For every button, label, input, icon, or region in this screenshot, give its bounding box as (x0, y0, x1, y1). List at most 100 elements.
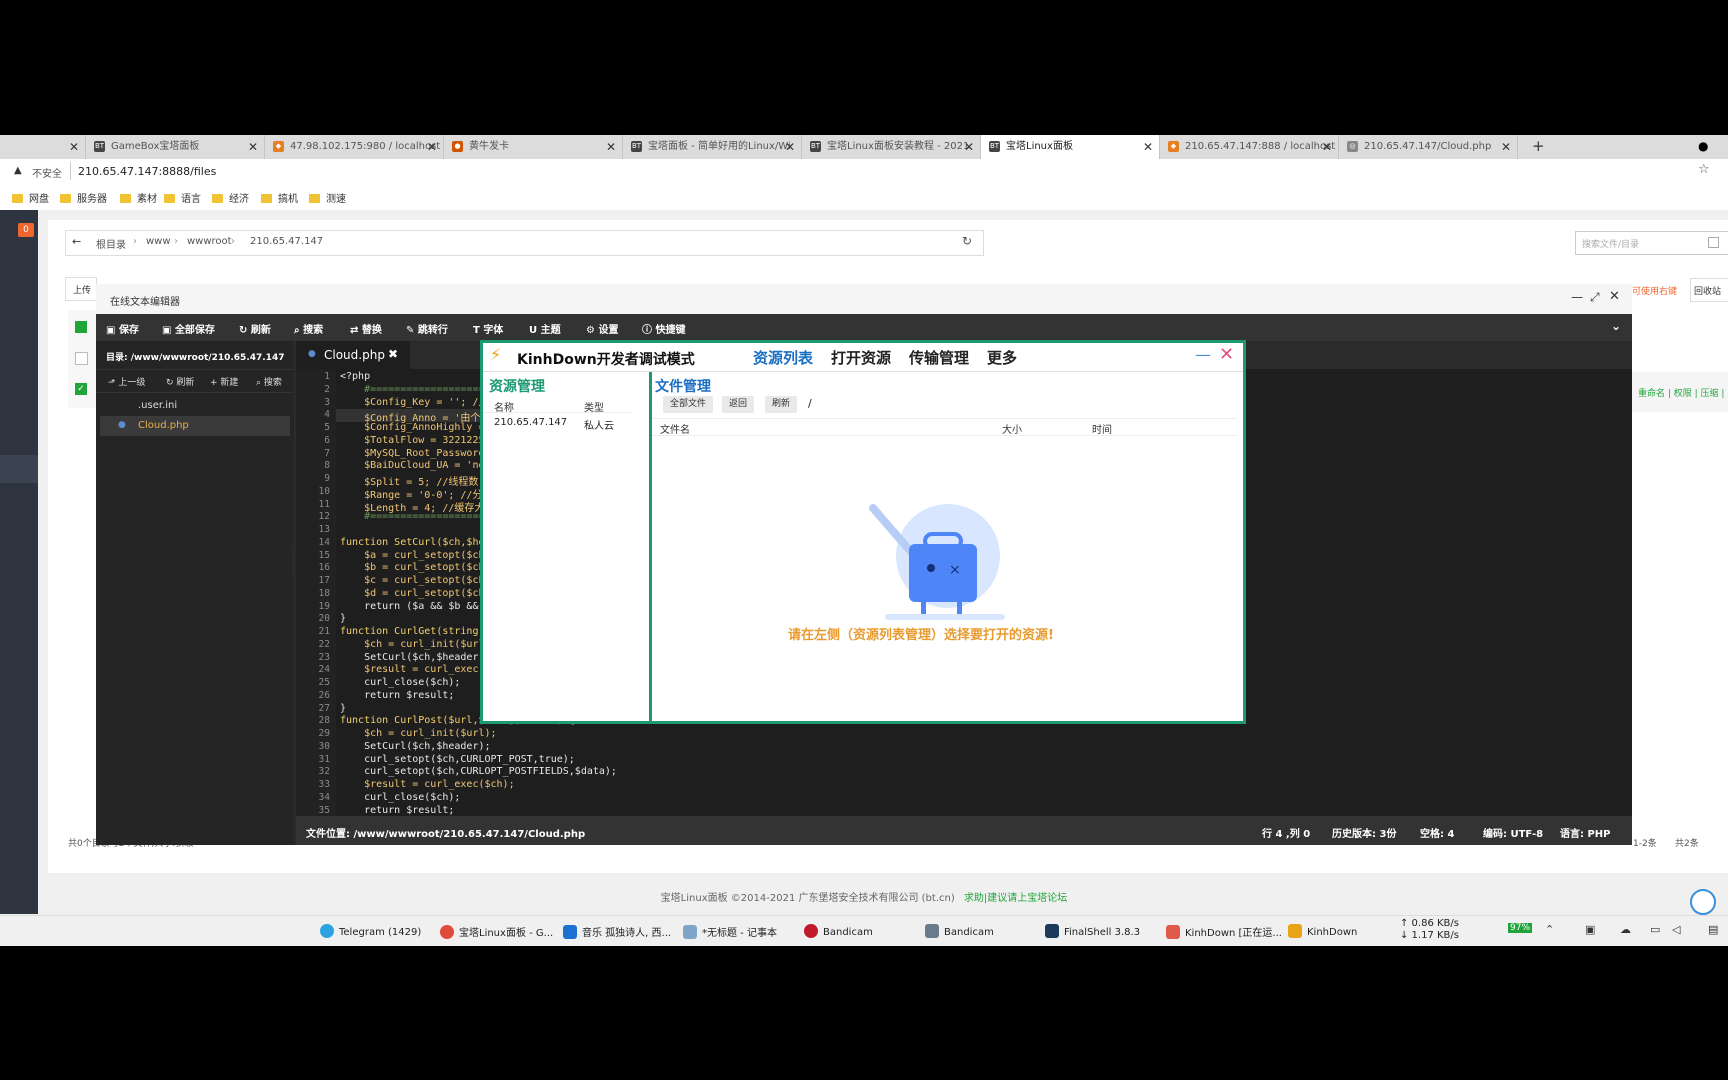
browser-tab[interactable]: BT GameBox宝塔面板 ✕ (86, 135, 265, 159)
minimize-icon[interactable]: — (1195, 345, 1211, 364)
menu-resource-list[interactable]: 资源列表 (753, 347, 813, 368)
minimize-icon[interactable]: — (1571, 290, 1583, 304)
bookmark-folder[interactable]: 搞机 (261, 190, 298, 205)
chevron-down-icon[interactable]: ⌄ (1611, 319, 1621, 333)
bookmark-folder[interactable]: 服务器 (60, 190, 107, 205)
font-button[interactable]: T 字体 (473, 321, 503, 336)
nav-item-active[interactable] (0, 455, 38, 483)
file-item[interactable]: .user.ini (138, 400, 177, 411)
tree-search-button[interactable]: ⌕ 搜索 (256, 375, 282, 388)
browser-tab[interactable]: ● 黄牛发卡 ✕ (444, 135, 623, 159)
close-icon[interactable]: ✕ (606, 135, 616, 159)
bookmark-folder[interactable]: 测速 (309, 190, 346, 205)
menu-more[interactable]: 更多 (987, 347, 1017, 368)
browser-tab[interactable]: ✕ (0, 135, 86, 159)
close-icon[interactable]: ✕ (1322, 135, 1332, 159)
up-level-button[interactable]: ⬏ 上一级 (108, 375, 145, 388)
file-search-input[interactable]: 搜索文件/目录 (1575, 231, 1728, 255)
row-checkbox-checked[interactable]: ✓ (75, 383, 87, 395)
tray-icon[interactable]: ▣ (1585, 923, 1595, 936)
close-icon[interactable]: ✕ (69, 135, 79, 159)
taskbar-item[interactable]: *无标题 - 记事本 (683, 924, 777, 939)
indent-setting[interactable]: 空格: 4 (1420, 825, 1454, 840)
menu-open-resource[interactable]: 打开资源 (831, 347, 891, 368)
cloud-icon[interactable]: ☁ (1620, 923, 1631, 936)
taskbar-item[interactable]: 音乐 孤独诗人, 西... (563, 924, 671, 939)
back-button[interactable]: 返回 (722, 396, 755, 413)
browser-tab[interactable]: BT 宝塔面板 - 简单好用的Linux/Wi ✕ (623, 135, 802, 159)
browser-tab[interactable]: ◆ 210.65.47.147:888 / localhost ✕ (1160, 135, 1339, 159)
save-button[interactable]: ▣ 保存 (106, 321, 139, 336)
back-arrow-icon[interactable]: ← (72, 235, 81, 248)
bookmark-folder[interactable]: 素材 (120, 190, 157, 205)
close-icon[interactable]: ✕ (1609, 289, 1620, 304)
taskbar-item[interactable]: KinhDown (1288, 924, 1357, 938)
close-icon[interactable]: ✕ (964, 135, 974, 159)
maximize-icon[interactable]: ⤢ (1590, 290, 1600, 305)
tool-label: 设置 (598, 325, 619, 336)
history-versions[interactable]: 历史版本: 3份 (1332, 825, 1396, 840)
volume-icon[interactable]: ◁ (1672, 923, 1680, 936)
bookmark-folder[interactable]: 经济 (212, 190, 249, 205)
resource-row[interactable]: 210.65.47.147 私人云 (483, 415, 646, 433)
close-icon[interactable]: ✕ (427, 135, 437, 159)
close-icon[interactable]: ✕ (248, 135, 258, 159)
search-button[interactable]: ⌕ 搜索 (294, 321, 323, 336)
breadcrumb-item[interactable]: wwwroot (187, 236, 232, 247)
encoding-setting[interactable]: 编码: UTF-8 (1483, 825, 1543, 840)
taskbar-item[interactable]: 宝塔Linux面板 - G... (440, 924, 553, 939)
select-all-checkbox[interactable] (75, 321, 87, 333)
taskbar-item[interactable]: Telegram (1429) (320, 924, 421, 938)
close-tab-icon[interactable]: ✖ (388, 347, 398, 361)
close-icon[interactable]: ✕ (1143, 135, 1153, 159)
close-icon[interactable]: ✕ (1219, 344, 1234, 365)
bookmark-folder[interactable]: 网盘 (12, 190, 49, 205)
close-icon[interactable]: ✕ (1501, 135, 1511, 159)
bookmark-folder[interactable]: 语言 (164, 190, 201, 205)
breadcrumb-item[interactable]: 210.65.47.147 (250, 236, 323, 247)
star-icon[interactable]: ☆ (1698, 162, 1710, 177)
row-checkbox[interactable] (75, 352, 88, 365)
browser-tab-active[interactable]: BT 宝塔Linux面板 ✕ (981, 135, 1160, 159)
url-input[interactable]: 210.65.47.147:8888/files (78, 165, 216, 178)
checkbox[interactable] (1708, 237, 1719, 248)
network-icon[interactable]: ▭ (1650, 923, 1660, 936)
taskbar-item[interactable]: KinhDown [正在运... (1166, 924, 1282, 939)
shortcuts-button[interactable]: ⓘ 快捷键 (642, 321, 685, 336)
refresh-icon[interactable]: ↻ (962, 234, 972, 248)
taskbar-item[interactable]: Bandicam (925, 924, 994, 938)
recycle-bin-button[interactable]: 回收站 (1690, 278, 1728, 302)
browser-tab[interactable]: ◎ 210.65.47.147/Cloud.php ✕ (1339, 135, 1518, 159)
menu-transfer[interactable]: 传输管理 (909, 347, 969, 368)
all-files-button[interactable]: 全部文件 (663, 396, 714, 413)
new-tab-icon[interactable]: + (1532, 137, 1545, 155)
replace-button[interactable]: ⇄ 替换 (350, 321, 382, 336)
taskbar-item[interactable]: FinalShell 3.8.3 (1045, 924, 1140, 938)
notification-badge[interactable]: 0 (18, 223, 34, 237)
breadcrumb-item[interactable]: www (146, 236, 171, 247)
taskbar-item[interactable]: Bandicam (804, 924, 873, 938)
menu-icon[interactable]: ● (1698, 139, 1708, 153)
new-file-button[interactable]: + 新建 (210, 375, 238, 388)
browser-tab[interactable]: BT 宝塔Linux面板安装教程 - 2021 ✕ (802, 135, 981, 159)
theme-button[interactable]: U 主题 (529, 321, 561, 336)
tree-refresh-button[interactable]: ↻ 刷新 (166, 375, 194, 388)
close-icon[interactable]: ✕ (785, 135, 795, 159)
forum-link[interactable]: 求助|建议请上宝塔论坛 (964, 893, 1067, 904)
upload-button[interactable]: 上传 (65, 277, 97, 301)
goto-line-button[interactable]: ✎ 跳转行 (406, 321, 448, 336)
refresh-button[interactable]: ↻ 刷新 (239, 321, 271, 336)
ifly-icon[interactable] (1690, 889, 1716, 915)
kd-refresh-button[interactable]: 刷新 (765, 396, 798, 413)
battery-indicator[interactable]: 97% (1508, 923, 1533, 933)
browser-tab[interactable]: ◆ 47.98.102.175:980 / localhost ✕ (265, 135, 444, 159)
row-actions-links[interactable]: 重命名 | 权限 | 压缩 | (1638, 386, 1724, 399)
settings-button[interactable]: ⚙ 设置 (586, 321, 618, 336)
file-tab-active[interactable]: ● Cloud.php ✖ (296, 341, 410, 369)
ime-icon[interactable]: ▤ (1708, 923, 1718, 936)
language-setting[interactable]: 语言: PHP (1560, 825, 1611, 840)
chevron-up-icon[interactable]: ⌃ (1545, 923, 1554, 936)
file-item-selected[interactable]: ● Cloud.php (100, 416, 290, 436)
save-all-button[interactable]: ▣ 全部保存 (162, 321, 215, 336)
breadcrumb-item[interactable]: 根目录 (96, 236, 126, 251)
